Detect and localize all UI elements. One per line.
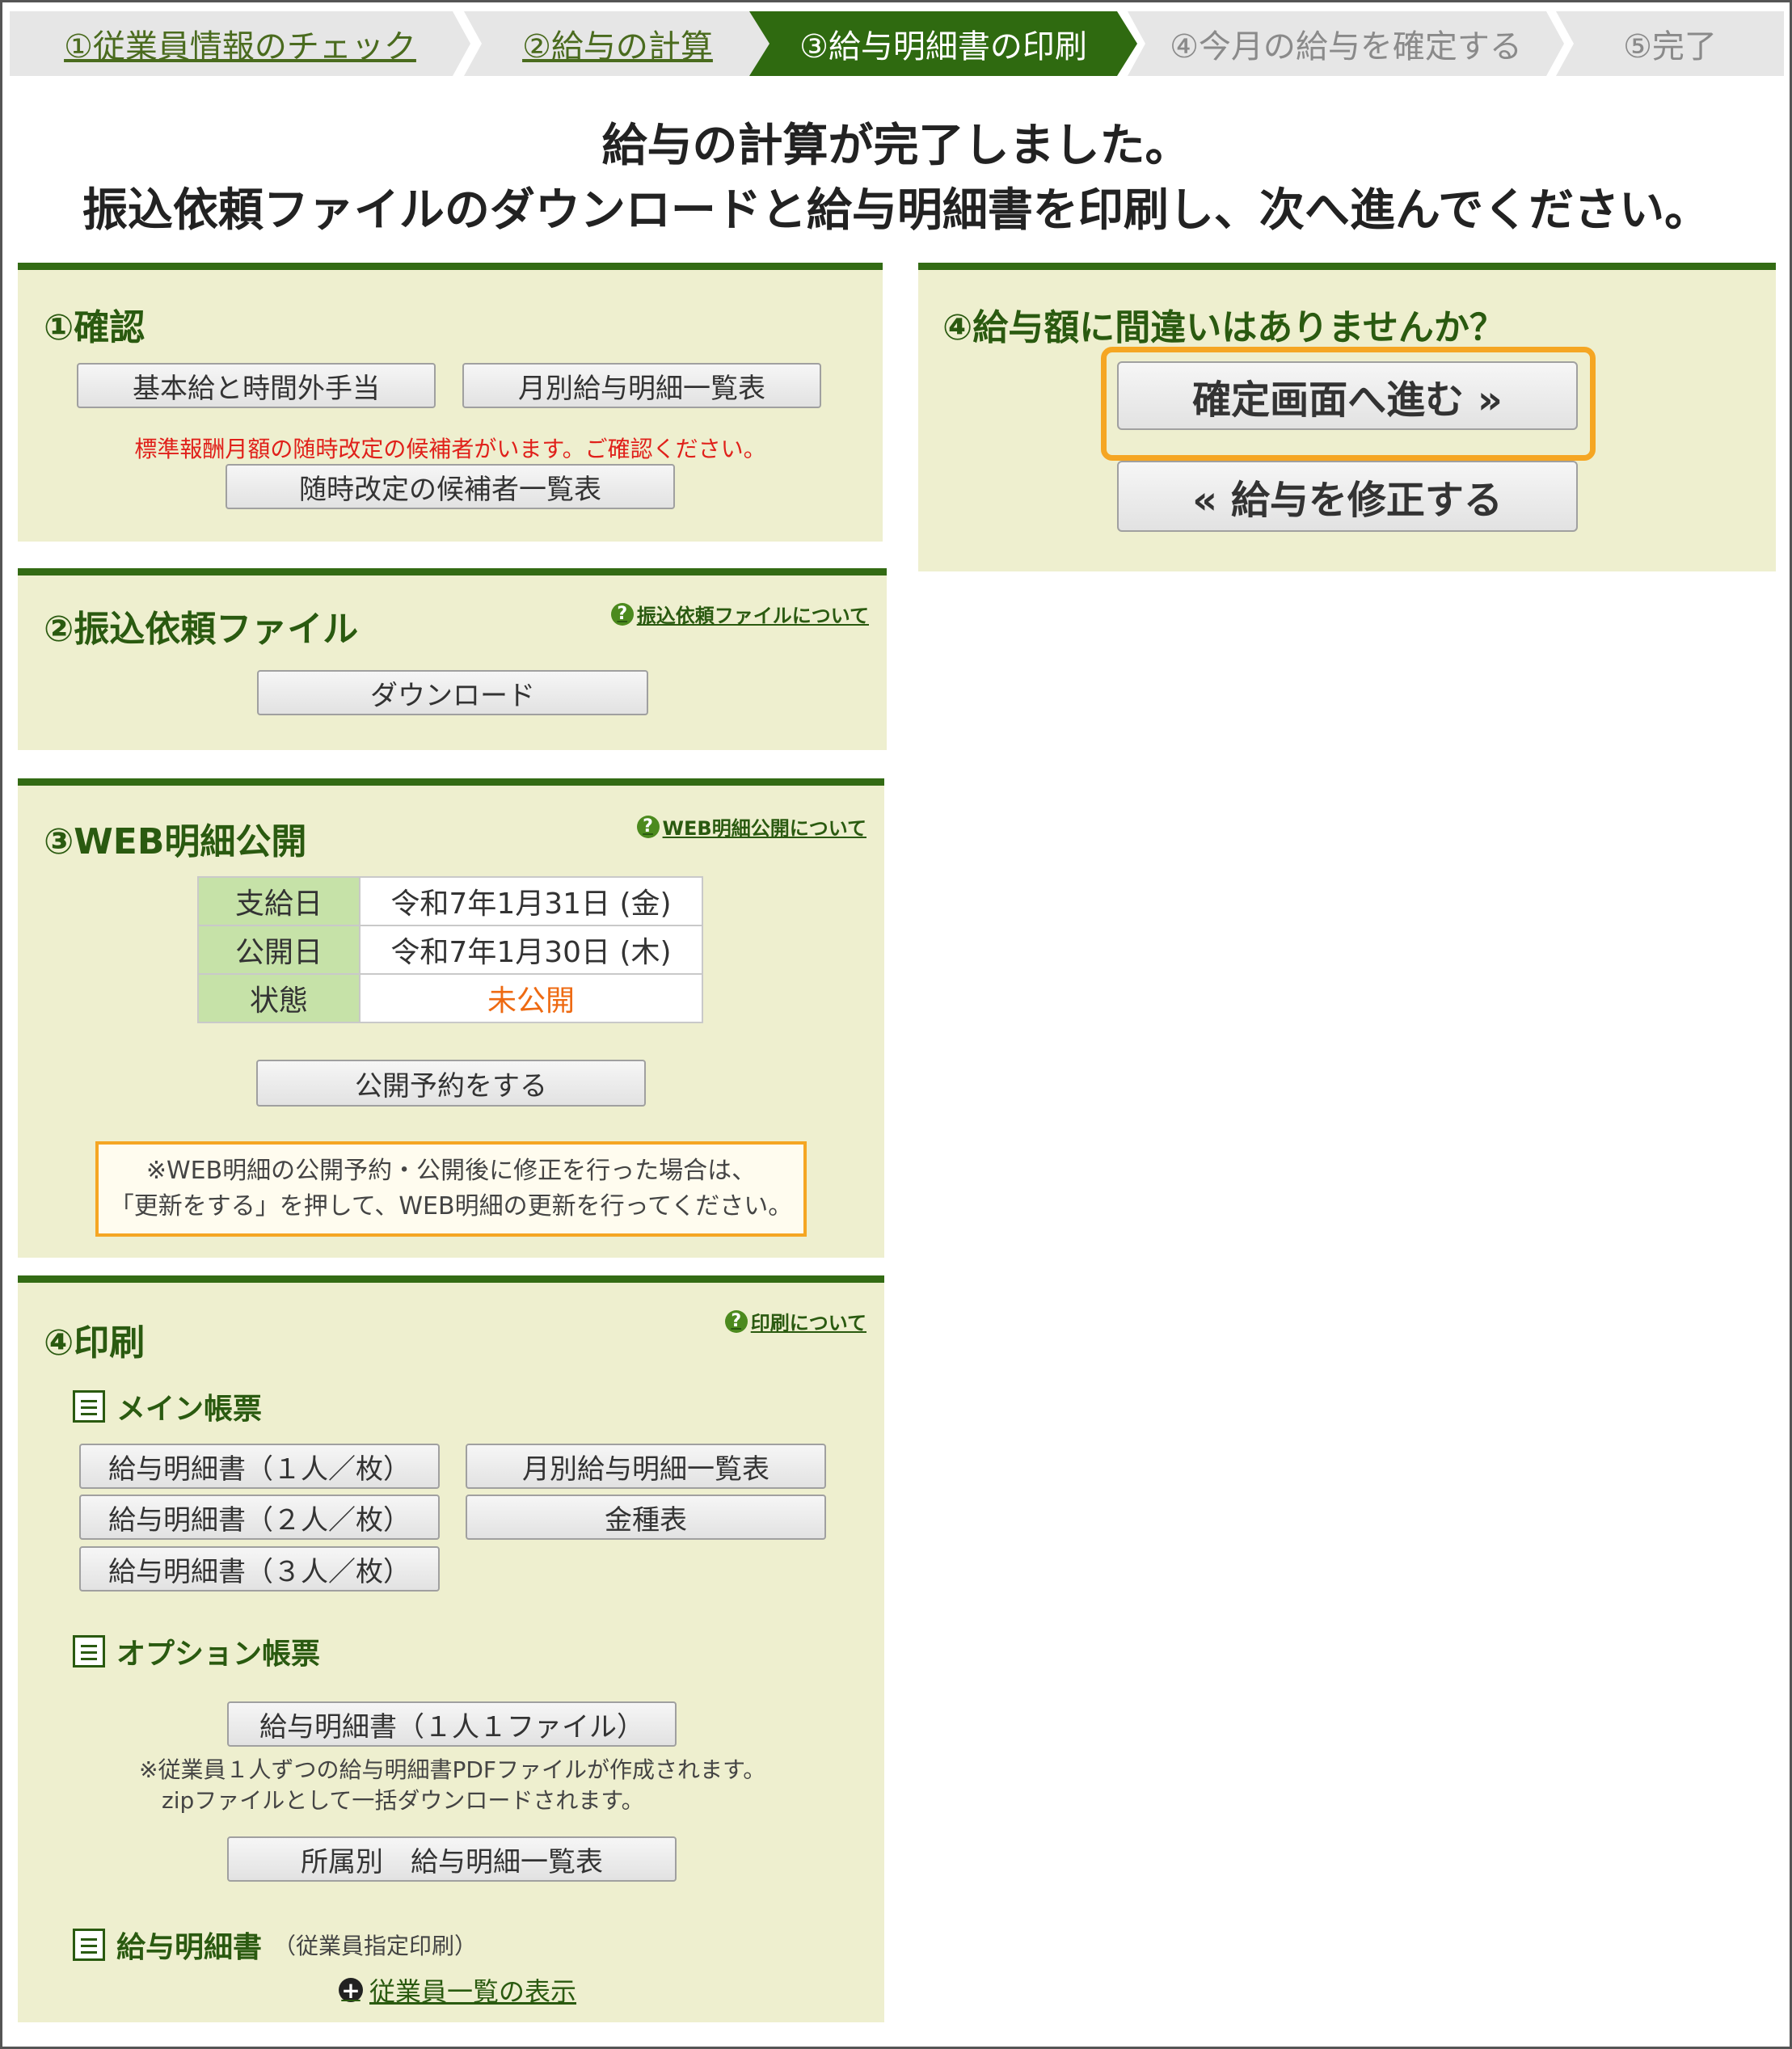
step-print-payslip: ③給与明細書の印刷 xyxy=(749,11,1137,76)
page-title: 給与の計算が完了しました。 xyxy=(601,120,1191,172)
dept-detail-list-button[interactable]: 所属別 給与明細一覧表 xyxy=(227,1836,677,1882)
denomination-table-button[interactable]: 金種表 xyxy=(466,1495,826,1540)
payslip-2-per-page-button[interactable]: 給与明細書（２人／枚） xyxy=(79,1495,440,1540)
revision-candidates-button[interactable]: 随時改定の候補者一覧表 xyxy=(226,464,675,509)
web-update-notice: ※WEB明細の公開予約・公開後に修正を行った場合は、 「更新をする」を押して、W… xyxy=(95,1141,807,1237)
step-complete: ⑤完了 xyxy=(1556,11,1784,76)
monthly-detail-list-print-button[interactable]: 月別給与明細一覧表 xyxy=(466,1444,826,1489)
employee-specified-heading: 給与明細書 （従業員指定印刷） xyxy=(73,1924,477,1966)
revision-warning-text: 標準報酬月額の随時改定の候補者がいます。ご確認ください。 xyxy=(134,436,766,462)
proceed-to-confirm-button[interactable]: 確定画面へ進む » xyxy=(1117,361,1578,430)
option-forms-heading: オプション帳票 xyxy=(73,1630,320,1672)
show-employee-list-link[interactable]: + 従業員一覧の表示 xyxy=(339,1971,576,2009)
status-value: 未公開 xyxy=(359,973,703,1023)
document-icon xyxy=(73,1929,105,1961)
help-icon: ? xyxy=(724,1309,748,1333)
help-icon: ? xyxy=(610,602,634,626)
page-subtitle: 振込依頼ファイルのダウンロードと給与明細書を印刷し、次へ進んでください。 xyxy=(82,184,1710,237)
table-row: 公開日 令和7年1月30日 (木) xyxy=(197,925,703,975)
step-confirm-month: ④今月の給与を確定する xyxy=(1128,11,1564,76)
schedule-publish-button[interactable]: 公開予約をする xyxy=(256,1060,646,1107)
transfer-file-title: ②振込依頼ファイル xyxy=(44,609,359,650)
table-row: 支給日 令和7年1月31日 (金) xyxy=(197,876,703,926)
step-salary-calc[interactable]: ②給与の計算 xyxy=(464,11,771,76)
pay-date-value: 令和7年1月31日 (金) xyxy=(359,876,703,926)
transfer-file-panel: ②振込依頼ファイル ? 振込依頼ファイルについて ダウンロード xyxy=(18,568,887,750)
payslip-3-per-page-button[interactable]: 給与明細書（３人／枚） xyxy=(79,1546,440,1592)
basic-overtime-button[interactable]: 基本給と時間外手当 xyxy=(77,363,436,408)
help-icon: ? xyxy=(636,815,660,838)
step-employee-check[interactable]: ①従業員情報のチェック xyxy=(10,11,470,76)
web-detail-table: 支給日 令和7年1月31日 (金) 公開日 令和7年1月30日 (木) 状態 未… xyxy=(197,876,703,1023)
status-label: 状態 xyxy=(197,973,361,1023)
main-forms-heading: メイン帳票 xyxy=(73,1385,262,1427)
document-icon xyxy=(73,1635,105,1667)
payslip-one-file-button[interactable]: 給与明細書（１人１ファイル） xyxy=(227,1701,677,1747)
option-note: ※従業員１人ずつの給与明細書PDFファイルが作成されます。 zipファイルとして… xyxy=(139,1756,766,1814)
web-detail-title: ③WEB明細公開 xyxy=(44,821,307,862)
step-progress-bar: ①従業員情報のチェック ②給与の計算 ③給与明細書の印刷 ④今月の給与を確定する… xyxy=(10,11,1784,76)
payslip-1-per-page-button[interactable]: 給与明細書（１人／枚） xyxy=(79,1444,440,1489)
download-button[interactable]: ダウンロード xyxy=(257,670,648,715)
web-detail-help-link[interactable]: ? WEB明細公開について xyxy=(636,812,866,841)
print-title: ④印刷 xyxy=(44,1322,145,1364)
confirm-title: ①確認 xyxy=(44,307,145,348)
pay-date-label: 支給日 xyxy=(197,876,361,926)
confirm-panel: ①確認 基本給と時間外手当 月別給与明細一覧表 標準報酬月額の随時改定の候補者が… xyxy=(18,263,883,542)
modify-salary-button[interactable]: « 給与を修正する xyxy=(1117,461,1578,532)
print-panel: ④印刷 ? 印刷について メイン帳票 給与明細書（１人／枚） 月別給与明細一覧表… xyxy=(18,1275,884,2022)
print-help-link[interactable]: ? 印刷について xyxy=(724,1307,866,1335)
publish-date-value: 令和7年1月30日 (木) xyxy=(359,925,703,975)
web-detail-panel: ③WEB明細公開 ? WEB明細公開について 支給日 令和7年1月31日 (金)… xyxy=(18,778,884,1258)
plus-circle-icon: + xyxy=(339,1977,363,2004)
confirm-amount-panel: ④給与額に間違いはありませんか？ 確定画面へ進む » « 給与を修正する xyxy=(918,263,1776,571)
monthly-detail-list-button[interactable]: 月別給与明細一覧表 xyxy=(462,363,821,408)
transfer-file-help-link[interactable]: ? 振込依頼ファイルについて xyxy=(610,600,869,628)
publish-date-label: 公開日 xyxy=(197,925,361,975)
table-row: 状態 未公開 xyxy=(197,973,703,1023)
document-icon xyxy=(73,1390,105,1423)
confirm-amount-title: ④給与額に間違いはありませんか？ xyxy=(942,307,1505,348)
